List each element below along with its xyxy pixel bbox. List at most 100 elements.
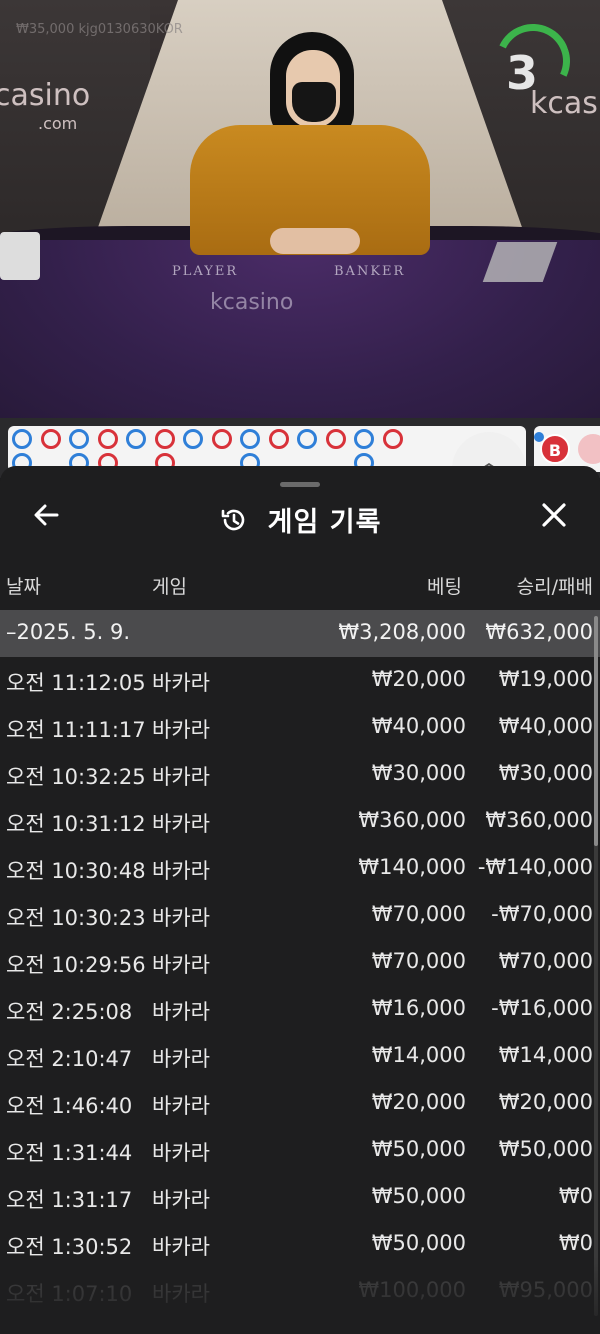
date-group-row[interactable]: –2025. 5. 9. ₩3,208,000 ₩632,000: [0, 610, 600, 657]
row-result: ₩19,000: [498, 667, 593, 691]
row-time: 오전 11:12:05: [6, 671, 146, 695]
game-history-sheet: 게임 기록 날짜 게임 베팅 승리/패배 –2025. 5. 9. ₩3,208…: [0, 466, 600, 1334]
row-bet: ₩70,000: [371, 949, 466, 973]
felt-player-label: PLAYER: [172, 264, 239, 279]
row-bet: ₩20,000: [371, 667, 466, 691]
row-game: 바카라: [152, 1094, 210, 1118]
history-row[interactable]: 오전 1:07:10 바카라 ₩100,000 ₩95,000: [0, 1268, 600, 1315]
row-game: 바카라: [152, 1000, 210, 1024]
row-time: 오전 10:32:25: [6, 765, 146, 789]
column-bet: 베팅: [427, 576, 462, 598]
column-game: 게임: [152, 576, 187, 598]
bead-red-top: [97, 429, 118, 449]
row-time: 오전 1:31:17: [6, 1188, 133, 1212]
column-date: 날짜: [6, 576, 41, 598]
close-icon[interactable]: [536, 500, 572, 536]
row-result: -₩16,000: [491, 996, 593, 1020]
history-row[interactable]: 오전 1:30:52 바카라 ₩50,000 ₩0: [0, 1221, 600, 1268]
row-time: 오전 11:11:17: [6, 718, 146, 742]
bead-red-top: [382, 429, 403, 449]
row-bet: ₩140,000: [358, 855, 466, 879]
row-result: ₩20,000: [498, 1090, 593, 1114]
row-result: ₩0: [558, 1184, 593, 1208]
bead-blue-top: [69, 429, 89, 449]
history-row[interactable]: 오전 1:46:40 바카라 ₩20,000 ₩20,000: [0, 1080, 600, 1127]
row-game: 바카라: [152, 1047, 210, 1071]
dealer-mask: [292, 82, 336, 122]
felt-banker-label: BANKER: [334, 264, 406, 279]
bead-blue-top: [297, 429, 317, 449]
row-time: 오전 10:30:23: [6, 906, 146, 930]
scrollbar-thumb[interactable]: [594, 616, 598, 846]
bead-blue-top: [354, 429, 374, 449]
row-game: 바카라: [152, 1282, 210, 1306]
sheet-header: 게임 기록: [0, 500, 600, 540]
row-time: 오전 1:07:10: [6, 1282, 133, 1306]
felt-logo: kcasino: [210, 290, 294, 315]
row-bet: ₩50,000: [371, 1137, 466, 1161]
row-time: 오전 10:30:48: [6, 859, 146, 883]
row-bet: ₩40,000: [371, 714, 466, 738]
date-group-bet: ₩3,208,000: [338, 620, 466, 644]
row-game: 바카라: [152, 906, 210, 930]
bead-red-top: [268, 429, 289, 449]
row-bet: ₩30,000: [371, 761, 466, 785]
history-row[interactable]: 오전 10:30:23 바카라 ₩70,000 -₩70,000: [0, 892, 600, 939]
row-game: 바카라: [152, 1141, 210, 1165]
history-clock-icon: [221, 509, 244, 530]
row-game: 바카라: [152, 718, 210, 742]
row-result: ₩70,000: [498, 949, 593, 973]
row-bet: ₩14,000: [371, 1043, 466, 1067]
bead-red-top: [325, 429, 346, 449]
row-time: 오전 2:25:08: [6, 1000, 133, 1024]
row-bet: ₩50,000: [371, 1231, 466, 1255]
bead-blue-top: [12, 429, 32, 449]
history-row[interactable]: 오전 10:29:56 바카라 ₩70,000 ₩70,000: [0, 939, 600, 986]
countdown-timer: 3: [505, 46, 538, 100]
row-result: -₩70,000: [491, 902, 593, 926]
row-game: 바카라: [152, 812, 210, 836]
card-shoe-left: [0, 232, 40, 280]
row-result: ₩95,000: [498, 1278, 593, 1302]
prediction-player[interactable]: [578, 434, 600, 464]
sheet-grabber[interactable]: [280, 482, 320, 487]
row-result: ₩50,000: [498, 1137, 593, 1161]
row-bet: ₩16,000: [371, 996, 466, 1020]
row-game: 바카라: [152, 765, 210, 789]
row-result: ₩0: [558, 1231, 593, 1255]
brand-logo-left: casino .com: [0, 78, 91, 134]
history-row[interactable]: 오전 2:25:08 바카라 ₩16,000 -₩16,000: [0, 986, 600, 1033]
bead-red-top: [154, 429, 175, 449]
history-row[interactable]: 오전 10:32:25 바카라 ₩30,000 ₩30,000: [0, 751, 600, 798]
row-bet: ₩50,000: [371, 1184, 466, 1208]
bead-blue-top: [183, 429, 203, 449]
bead-blue-top: [240, 429, 260, 449]
row-time: 오전 1:46:40: [6, 1094, 133, 1118]
bead-blue-top: [126, 429, 146, 449]
date-group-result: ₩632,000: [485, 620, 593, 644]
live-video: ₩35,000 kjg0130630KOR casino .com kcas PL…: [0, 0, 600, 418]
history-row[interactable]: 오전 11:12:05 바카라 ₩20,000 ₩19,000: [0, 657, 600, 704]
ghost-caption: ₩35,000 kjg0130630KOR: [16, 22, 183, 37]
row-result: -₩140,000: [477, 855, 593, 879]
bead-red-top: [40, 429, 61, 449]
history-row[interactable]: 오전 1:31:44 바카라 ₩50,000 ₩50,000: [0, 1127, 600, 1174]
row-game: 바카라: [152, 1188, 210, 1212]
history-row[interactable]: 오전 2:10:47 바카라 ₩14,000 ₩14,000: [0, 1033, 600, 1080]
prediction-dot: [534, 432, 544, 442]
row-bet: ₩70,000: [371, 902, 466, 926]
row-result: ₩360,000: [485, 808, 593, 832]
row-result: ₩30,000: [498, 761, 593, 785]
row-bet: ₩100,000: [358, 1278, 466, 1302]
bead-red-top: [211, 429, 232, 449]
prediction-banker[interactable]: B: [540, 434, 570, 464]
row-bet: ₩360,000: [358, 808, 466, 832]
row-game: 바카라: [152, 671, 210, 695]
history-row[interactable]: 오전 11:11:17 바카라 ₩40,000 ₩40,000: [0, 704, 600, 751]
history-row[interactable]: 오전 10:30:48 바카라 ₩140,000 -₩140,000: [0, 845, 600, 892]
history-row[interactable]: 오전 1:31:17 바카라 ₩50,000 ₩0: [0, 1174, 600, 1221]
history-row[interactable]: 오전 10:31:12 바카라 ₩360,000 ₩360,000: [0, 798, 600, 845]
date-group-label: –2025. 5. 9.: [6, 620, 131, 644]
row-time: 오전 1:31:44: [6, 1141, 133, 1165]
row-game: 바카라: [152, 859, 210, 883]
